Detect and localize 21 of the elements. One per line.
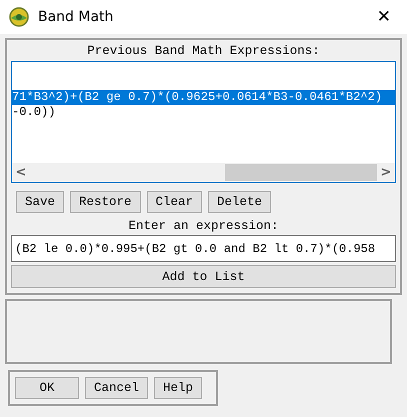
expression-list-item[interactable]: -0.0)) <box>12 105 395 120</box>
horizontal-scrollbar[interactable]: < > <box>12 163 395 182</box>
dialog-button[interactable]: Help <box>154 377 202 399</box>
expression-label: Enter an expression: <box>127 219 280 233</box>
globe-icon <box>8 6 30 28</box>
add-to-list-button[interactable]: Add to List <box>11 265 396 288</box>
expression-list-item[interactable]: 71*B3^2)+(B2 ge 0.7)*(0.9625+0.0614*B3-0.0461*B2^2) <box>12 90 395 105</box>
dialog-button[interactable]: Cancel <box>85 377 148 399</box>
scrollbar-thumb[interactable] <box>225 164 377 181</box>
history-button[interactable]: Clear <box>146 191 202 213</box>
scroll-left-button[interactable]: < <box>12 165 30 180</box>
history-heading: Previous Band Math Expressions: <box>86 43 321 60</box>
expression-field[interactable]: (B2 le 0.0)*0.995+(B2 gt 0.0 and B2 lt 0.7)*(0.958 <box>11 235 396 262</box>
expression-list[interactable]: 71*B3^2)+(B2 ge 0.7)*(0.9625+0.0614*B3-0.0461*B2^2) -0.0)) < > <box>11 61 396 183</box>
close-button[interactable]: ✕ <box>370 7 397 27</box>
history-button[interactable]: Save <box>16 191 64 213</box>
dialog-button[interactable]: OK <box>15 377 79 399</box>
window-title: Band Math <box>38 9 114 25</box>
history-button[interactable]: Restore <box>70 191 141 213</box>
history-button[interactable]: Delete <box>208 191 272 213</box>
scroll-right-button[interactable]: > <box>377 165 395 180</box>
